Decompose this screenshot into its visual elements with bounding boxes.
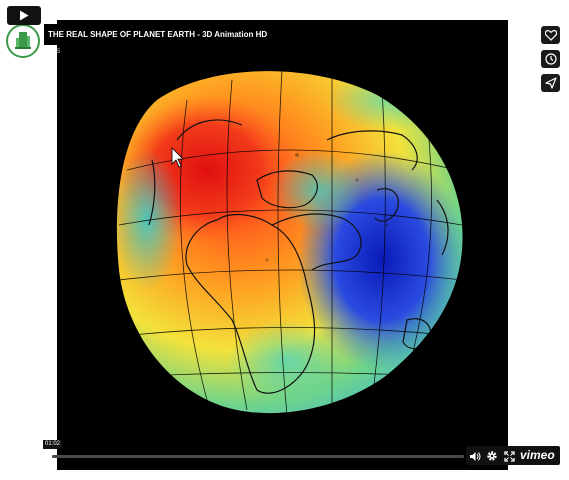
share-button[interactable] [541,74,560,92]
volume-icon [470,451,481,461]
volume-button[interactable] [469,450,481,462]
channel-avatar[interactable] [6,24,40,58]
geoid-globe-image [57,20,508,470]
vimeo-logo[interactable]: vimeo [520,449,555,462]
clock-icon [544,53,557,65]
fullscreen-icon [503,450,515,462]
video-viewport[interactable] [57,20,508,470]
channel-logo-icon [9,27,37,55]
progress-bar[interactable] [52,455,464,458]
title-subline: 5 [57,49,61,55]
watch-later-button[interactable] [541,50,560,68]
gear-icon [487,451,497,461]
like-button[interactable] [541,26,560,44]
send-icon [544,77,557,89]
time-tooltip: 01:02 [43,440,63,449]
heart-icon [544,29,557,41]
vimeo-player: THE REAL SHAPE OF PLANET EARTH - 3D Anim… [0,0,569,480]
video-title[interactable]: THE REAL SHAPE OF PLANET EARTH - 3D Anim… [44,24,272,45]
play-button[interactable] [7,6,41,25]
settings-button[interactable] [486,450,498,462]
fullscreen-button[interactable] [503,450,515,462]
play-icon [20,10,29,21]
